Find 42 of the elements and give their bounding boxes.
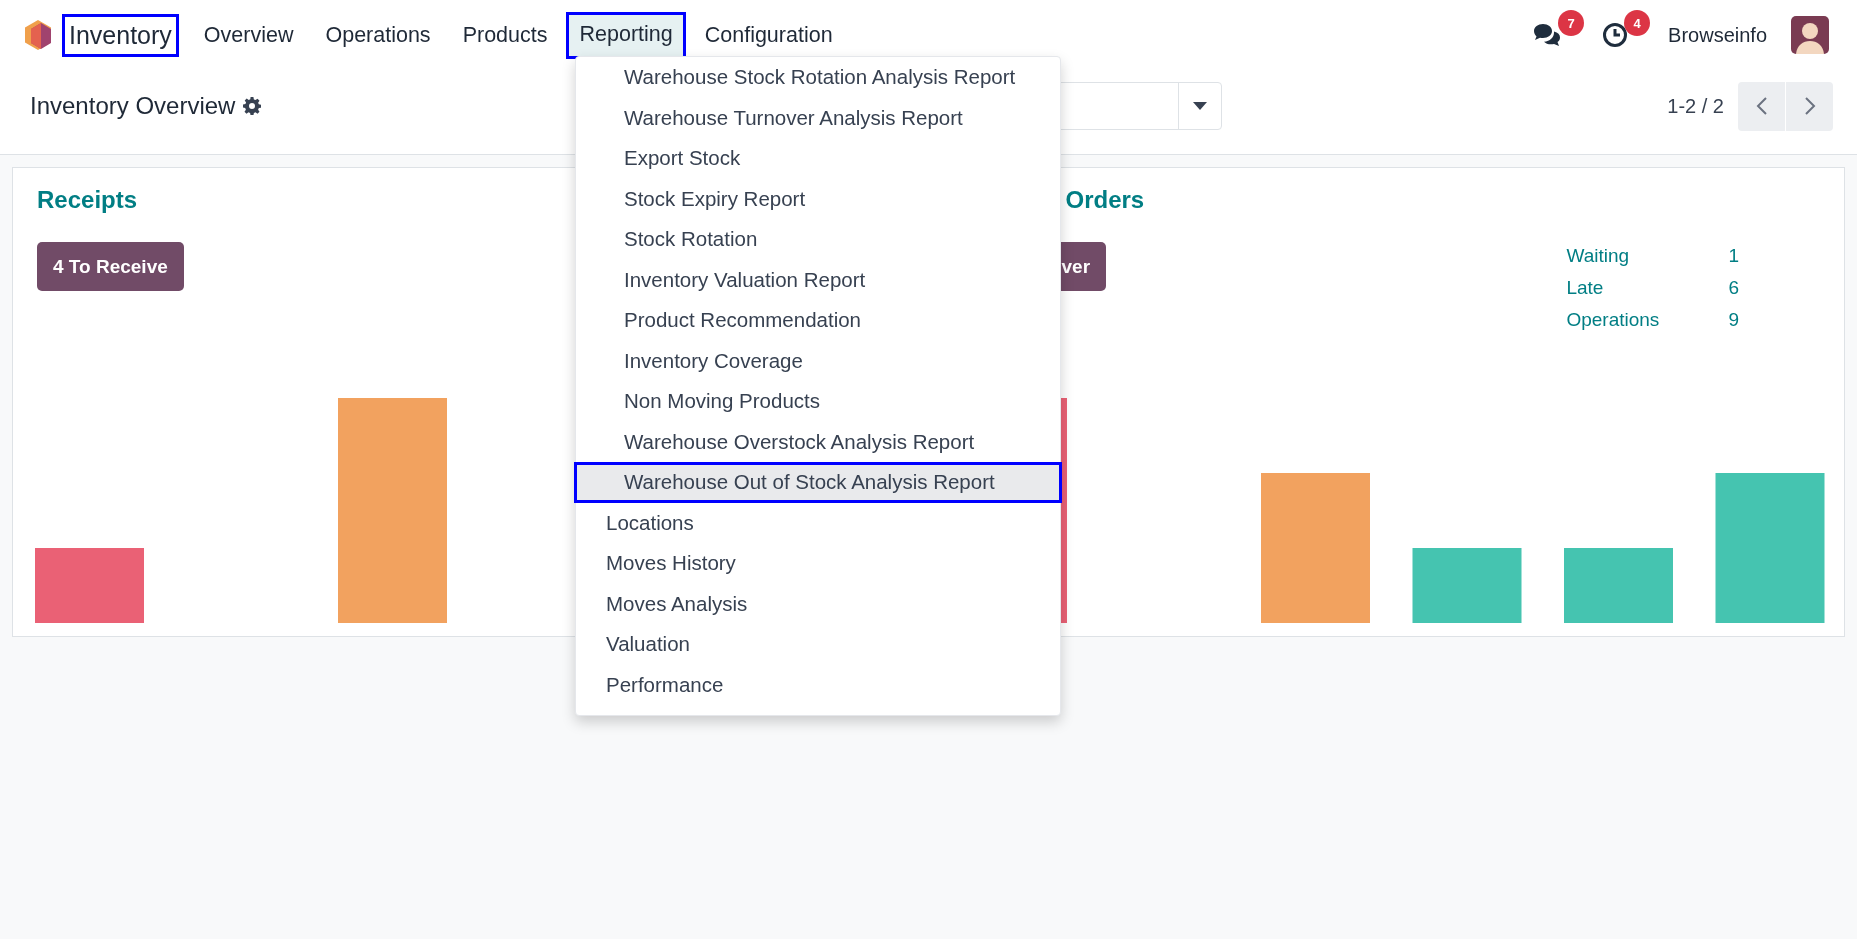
user-name[interactable]: Browseinfo xyxy=(1668,23,1767,47)
notification-count: 4 xyxy=(1624,10,1651,36)
app-logo-icon[interactable] xyxy=(24,19,52,51)
menu-item[interactable]: Configuration xyxy=(691,12,846,58)
avatar-icon[interactable] xyxy=(1791,16,1829,54)
chevron-left-icon xyxy=(1755,96,1768,116)
menu-item[interactable]: Moves Analysis xyxy=(576,583,1060,624)
menu-item[interactable]: Warehouse Out of Stock Analysis Report xyxy=(574,462,1062,503)
pager-value: 1-2 / 2 xyxy=(1667,94,1724,118)
menu-item[interactable]: Export Stock xyxy=(576,138,1060,179)
stat-link[interactable]: Late xyxy=(1566,277,1729,299)
menu-item[interactable]: Overview xyxy=(190,12,307,58)
menu-item[interactable]: Non Moving Products xyxy=(576,381,1060,422)
page-title: Inventory Overview xyxy=(30,92,236,120)
menu-item[interactable]: Warehouse Stock Rotation Analysis Report xyxy=(576,57,1060,98)
chat-icon[interactable] xyxy=(1532,22,1563,48)
menu-item[interactable]: Valuation xyxy=(576,624,1060,665)
stat-count[interactable]: 9 xyxy=(1728,309,1739,331)
menu-item[interactable]: Reporting xyxy=(566,11,686,59)
stat-link[interactable]: Operations xyxy=(1566,309,1729,331)
caret-icon[interactable] xyxy=(1193,102,1208,110)
menu-item[interactable]: Product Recommendation xyxy=(576,300,1060,341)
stat-count[interactable]: 1 xyxy=(1728,245,1739,267)
menu-item[interactable]: Stock Expiry Report xyxy=(576,178,1060,219)
action-button[interactable]: 4 To Receive xyxy=(37,242,184,291)
menu-item[interactable]: Warehouse Turnover Analysis Report xyxy=(576,97,1060,138)
app-name[interactable]: Inventory xyxy=(62,13,179,57)
menu-item[interactable]: Products xyxy=(449,12,561,58)
card-title[interactable]: Orders xyxy=(1065,182,1145,218)
gear-icon[interactable] xyxy=(243,97,262,115)
chevron-right-icon xyxy=(1803,96,1816,116)
notification-count: 7 xyxy=(1558,10,1585,36)
stat-count[interactable]: 6 xyxy=(1728,277,1739,299)
card-title[interactable]: Receipts xyxy=(37,182,138,218)
menu-item[interactable]: Moves History xyxy=(576,543,1060,584)
menu-item[interactable]: Inventory Coverage xyxy=(576,340,1060,381)
menu-item[interactable]: Operations xyxy=(312,12,444,58)
menu-item[interactable]: Warehouse Overstock Analysis Report xyxy=(576,421,1060,462)
clock-icon[interactable] xyxy=(1602,22,1629,48)
menu-item[interactable]: Performance xyxy=(576,664,1060,705)
menu-item[interactable]: Locations xyxy=(576,502,1060,543)
stat-link[interactable]: Waiting xyxy=(1566,245,1729,267)
